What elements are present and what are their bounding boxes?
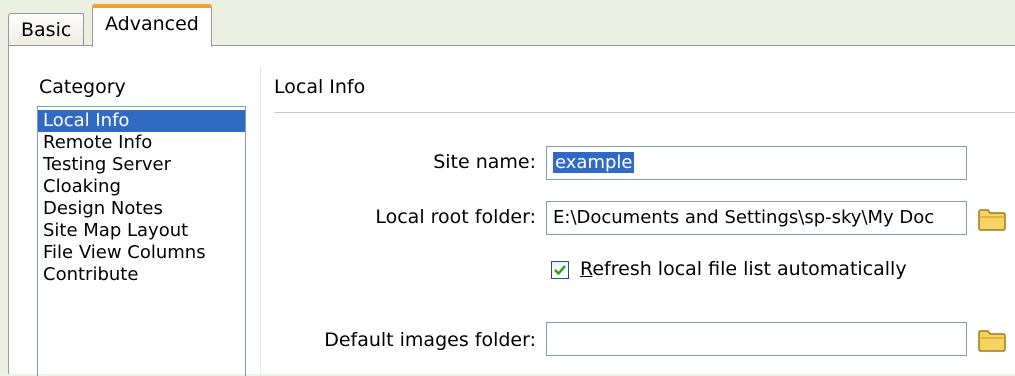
- category-item-cloaking[interactable]: Cloaking: [38, 176, 245, 198]
- default-images-folder-input[interactable]: [546, 322, 967, 356]
- checkmark-icon: [554, 265, 566, 276]
- local-root-browse-button[interactable]: [977, 206, 1007, 232]
- category-item-file-view-columns[interactable]: File View Columns: [38, 242, 245, 264]
- local-root-folder-input[interactable]: E:\Documents and Settings\sp-sky\My Doc: [546, 201, 967, 235]
- category-item-contribute[interactable]: Contribute: [38, 264, 245, 286]
- section-title: Local Info: [274, 76, 366, 98]
- default-images-folder-label: Default images folder:: [324, 329, 536, 351]
- site-name-label: Site name:: [433, 151, 536, 173]
- category-title: Category: [39, 76, 126, 98]
- folder-icon: [978, 330, 1006, 352]
- site-name-input[interactable]: example: [546, 146, 967, 180]
- local-root-folder-label: Local root folder:: [375, 206, 536, 228]
- default-images-browse-button[interactable]: [977, 327, 1007, 353]
- advanced-panel: Category Local Info Remote Info Testing …: [8, 45, 1015, 376]
- site-definition-dialog: Basic Advanced Category Local Info Remot…: [0, 0, 1015, 376]
- section-rule: [274, 112, 1015, 113]
- refresh-local-file-list-checkbox[interactable]: [551, 261, 569, 279]
- refresh-local-file-list-label[interactable]: Refresh local file list automatically: [580, 258, 907, 280]
- tab-strip: Basic Advanced: [0, 0, 1015, 47]
- tab-basic[interactable]: Basic: [8, 13, 85, 46]
- site-name-value: example: [553, 152, 635, 173]
- category-item-local-info[interactable]: Local Info: [38, 110, 245, 132]
- folder-icon: [978, 209, 1006, 231]
- tab-advanced[interactable]: Advanced: [92, 4, 212, 47]
